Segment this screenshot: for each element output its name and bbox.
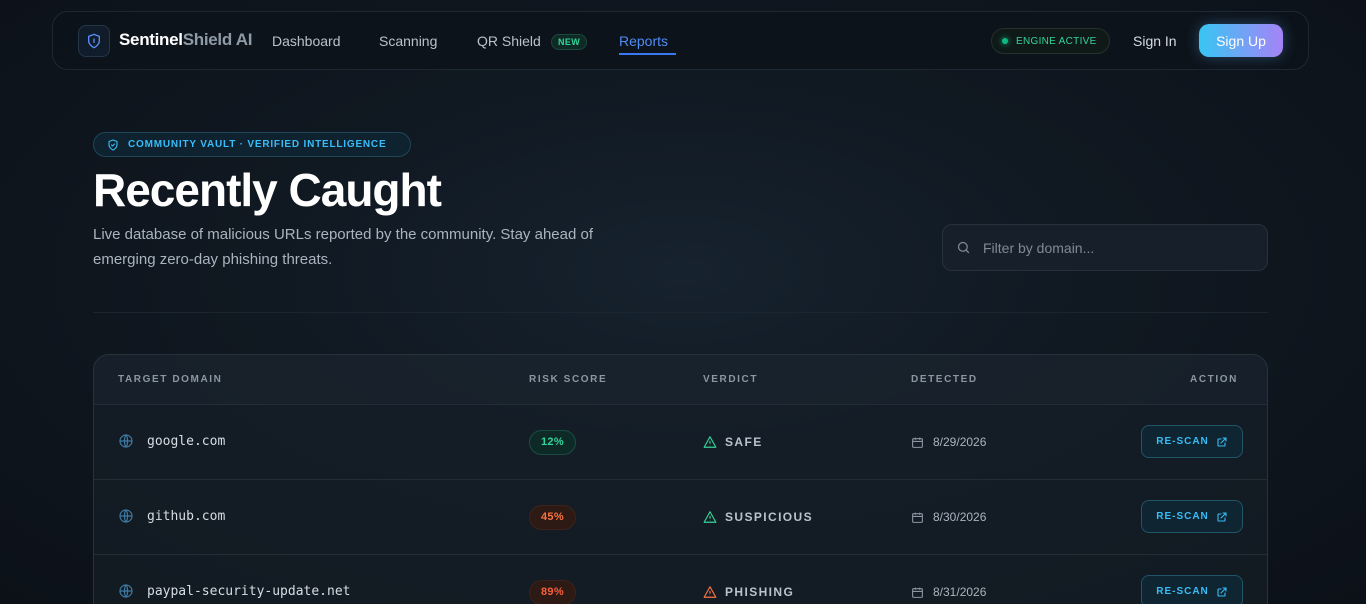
new-badge: NEW — [551, 34, 588, 50]
external-link-icon — [1216, 511, 1228, 523]
domain-cell: github.com — [118, 508, 225, 524]
nav-link-scanning[interactable]: Scanning — [379, 33, 437, 49]
detected-cell: 8/29/2026 — [911, 435, 986, 449]
table-row: paypal-security-update.net 89% PHISHING … — [94, 555, 1267, 604]
search-icon — [956, 240, 971, 255]
logo-shield-icon[interactable] — [78, 25, 110, 57]
brand-part-1: Sentinel — [119, 30, 183, 49]
table-header: TARGET DOMAIN RISK SCORE VERDICT DETECTE… — [94, 355, 1267, 405]
domain-filter-input[interactable] — [983, 239, 1243, 256]
table-row: github.com 45% SUSPICIOUS 8/30/2026 RE-S… — [94, 480, 1267, 555]
calendar-icon — [911, 436, 924, 449]
nav-link-dashboard[interactable]: Dashboard — [272, 33, 341, 49]
risk-score-badge: 89% — [529, 580, 576, 604]
vault-pill-label: COMMUNITY VAULT · VERIFIED INTELLIGENCE — [128, 139, 387, 150]
rescan-button[interactable]: RE-SCAN — [1141, 575, 1243, 604]
verdict-cell: SAFE — [703, 435, 763, 449]
header-target-domain: TARGET DOMAIN — [118, 374, 223, 385]
nav-link-qr-shield[interactable]: QR Shield — [477, 33, 541, 49]
rescan-label: RE-SCAN — [1156, 436, 1209, 447]
sign-up-button[interactable]: Sign Up — [1199, 24, 1283, 57]
detected-date: 8/30/2026 — [933, 510, 987, 524]
risk-score-badge: 45% — [529, 505, 576, 530]
warning-triangle-icon — [703, 435, 717, 449]
verdict-text: SUSPICIOUS — [725, 510, 814, 524]
domain-filter[interactable] — [942, 224, 1268, 271]
calendar-icon — [911, 586, 924, 599]
detected-cell: 8/30/2026 — [911, 510, 986, 524]
domain-text: google.com — [147, 433, 226, 449]
verdict-cell: PHISHING — [703, 585, 794, 599]
globe-icon — [118, 508, 134, 524]
rescan-label: RE-SCAN — [1156, 511, 1209, 522]
nav-link-reports[interactable]: Reports — [619, 33, 668, 49]
detected-cell: 8/31/2026 — [911, 585, 986, 599]
brand-part-2: Shield AI — [182, 30, 253, 49]
header-action: ACTION — [1190, 374, 1238, 385]
brand-name[interactable]: SentinelShield AI — [119, 30, 252, 50]
page-title: Recently Caught — [93, 164, 442, 216]
sign-in-link[interactable]: Sign In — [1133, 33, 1177, 49]
active-nav-underline — [619, 53, 676, 55]
header-detected: DETECTED — [911, 374, 978, 385]
shield-check-icon — [107, 138, 119, 151]
page-subtitle: Live database of malicious URLs reported… — [93, 226, 593, 268]
calendar-icon — [911, 511, 924, 524]
status-dot-icon — [1002, 38, 1008, 44]
rescan-button[interactable]: RE-SCAN — [1141, 425, 1243, 458]
top-navbar: SentinelShield AI Dashboard Scanning QR … — [52, 11, 1309, 70]
header-verdict: VERDICT — [703, 374, 759, 385]
globe-icon — [118, 433, 134, 449]
detected-date: 8/29/2026 — [933, 435, 987, 449]
domain-cell: google.com — [118, 433, 225, 449]
external-link-icon — [1216, 436, 1228, 448]
engine-status-badge: ENGINE ACTIVE — [991, 28, 1110, 54]
risk-score-badge: 12% — [529, 430, 576, 455]
warning-triangle-icon — [703, 585, 717, 599]
domain-text: paypal-security-update.net — [147, 583, 351, 599]
external-link-icon — [1216, 586, 1228, 598]
globe-icon — [118, 583, 134, 599]
community-vault-pill: COMMUNITY VAULT · VERIFIED INTELLIGENCE — [93, 132, 411, 157]
verdict-text: PHISHING — [725, 585, 795, 599]
domain-cell: paypal-security-update.net — [118, 583, 351, 599]
rescan-label: RE-SCAN — [1156, 586, 1209, 597]
verdict-text: SAFE — [725, 435, 763, 449]
domain-text: github.com — [147, 508, 226, 524]
detected-date: 8/31/2026 — [933, 585, 987, 599]
verdict-cell: SUSPICIOUS — [703, 510, 813, 524]
warning-triangle-icon — [703, 510, 717, 524]
section-divider — [93, 312, 1268, 313]
rescan-button[interactable]: RE-SCAN — [1141, 500, 1243, 533]
table-row: google.com 12% SAFE 8/29/2026 RE-SCAN — [94, 405, 1267, 480]
engine-status-label: ENGINE ACTIVE — [1016, 35, 1097, 47]
caught-urls-table: TARGET DOMAIN RISK SCORE VERDICT DETECTE… — [93, 354, 1268, 604]
header-risk-score: RISK SCORE — [529, 374, 608, 385]
